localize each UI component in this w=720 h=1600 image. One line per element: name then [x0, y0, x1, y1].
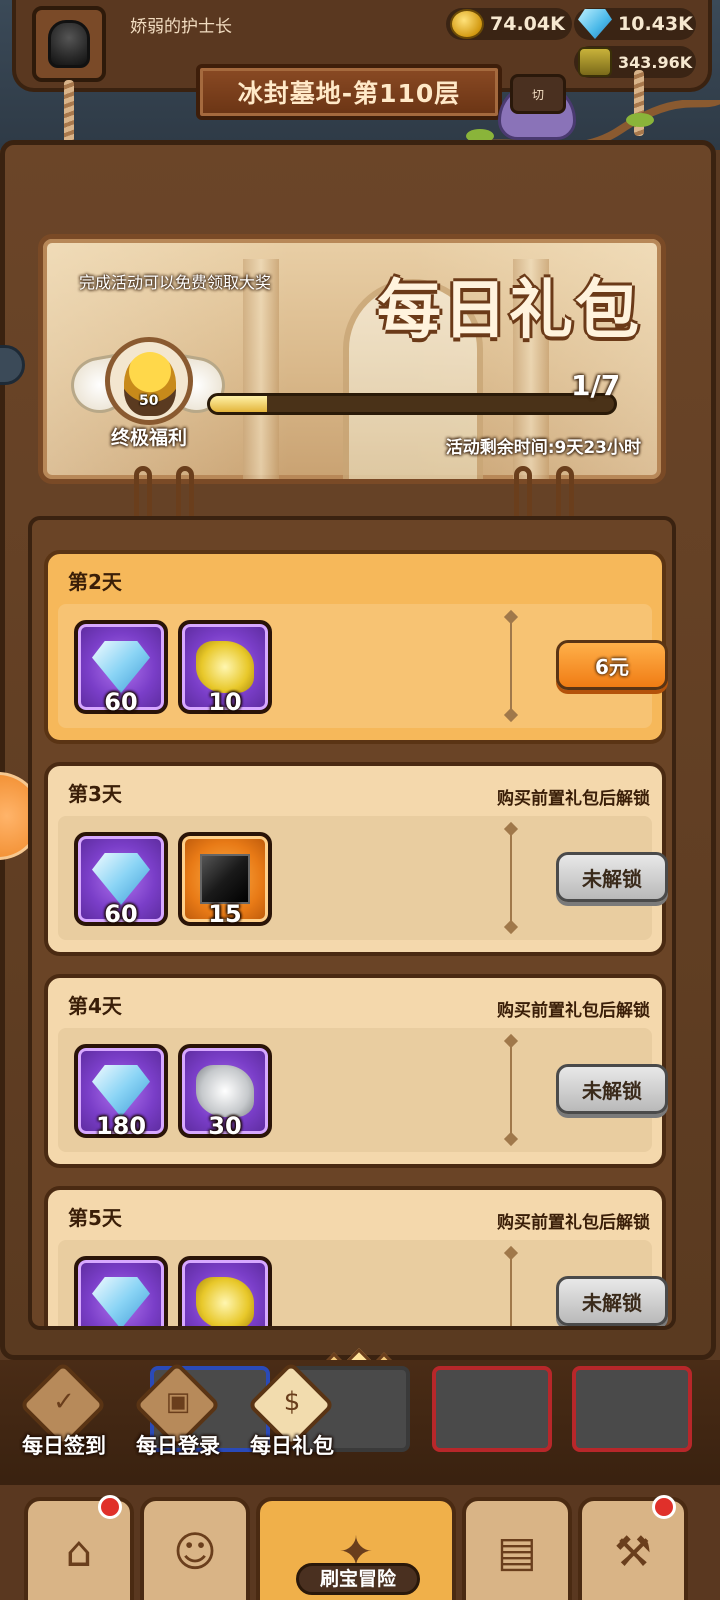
daily-pack-banner: 完成活动可以免费领取大奖 每日礼包 50 终极福利 1/7 活动剩余时间:9天2… [38, 234, 666, 484]
notification-badge [98, 1495, 122, 1519]
tab-label: 每日登录 [136, 1434, 220, 1458]
diamond-icon [92, 1065, 150, 1117]
helmet-avatar-icon [48, 20, 90, 68]
day-title: 第4天 [68, 994, 122, 1018]
hero-card[interactable] [432, 1366, 552, 1452]
locked-button[interactable]: 未解锁 [556, 1276, 668, 1326]
silver-scroll-icon [196, 1065, 254, 1117]
progress-bar [207, 393, 617, 415]
gold-scroll-icon [196, 641, 254, 693]
locked-button[interactable]: 未解锁 [556, 852, 668, 902]
reward-item[interactable] [178, 1256, 272, 1326]
nav-backpack[interactable]: ▤ [462, 1497, 572, 1600]
divider [510, 1040, 512, 1140]
reward-item[interactable]: 60 [74, 832, 168, 928]
reward-item[interactable]: 15 [178, 832, 272, 928]
tab-label: 每日礼包 [250, 1434, 334, 1458]
nav-hero[interactable]: ☺ [140, 1497, 250, 1600]
reward-item[interactable]: 180 [74, 1044, 168, 1140]
day-card: 第5天 购买前置礼包后解锁未解锁 [44, 1186, 668, 1326]
buy-button[interactable]: 6元 [556, 640, 668, 690]
day-title: 第3天 [68, 782, 122, 806]
tab-label: 每日签到 [22, 1434, 106, 1458]
day-title: 第5天 [68, 1206, 122, 1230]
hero-card[interactable] [572, 1366, 692, 1452]
reward-count: 60 [104, 900, 138, 928]
reward-item[interactable]: 30 [178, 1044, 272, 1140]
reward-count: 60 [104, 688, 138, 716]
locked-button[interactable]: 未解锁 [556, 1064, 668, 1114]
tab-daily-login[interactable]: ▣ 每日登录 [118, 1361, 238, 1464]
reward-level: 50 [139, 393, 159, 409]
unlock-hint: 购买前置礼包后解锁 [497, 1001, 650, 1021]
reward-count: 30 [208, 1112, 242, 1140]
forge-hammer-icon: ⚒ [614, 1526, 652, 1576]
banner-title: 每日礼包 [377, 274, 641, 348]
nav-adventure[interactable]: ✦ 刷宝冒险 [256, 1497, 456, 1600]
gold-value: 74.04K [490, 13, 565, 35]
avatar[interactable] [32, 6, 106, 82]
backpack-icon: ▤ [497, 1526, 537, 1576]
jar-value: 343.96K [618, 52, 693, 72]
tab-daily-pack[interactable]: $ 每日礼包 [232, 1361, 352, 1464]
reward-row: 60 10 6元 [58, 604, 668, 728]
nav-shop[interactable]: ⌂ [24, 1495, 134, 1600]
reward-hero-portrait [105, 337, 193, 425]
nav-forge[interactable]: ⚒ [578, 1495, 688, 1600]
reward-row: 60 15 未解锁 [58, 816, 668, 940]
reward-item[interactable]: 10 [178, 620, 272, 716]
gold-scroll-icon [196, 1277, 254, 1326]
nav-adventure-label: 刷宝冒险 [296, 1563, 420, 1595]
reward-count: 10 [208, 688, 242, 716]
divider [510, 616, 512, 716]
reward-row: 未解锁 [58, 1240, 668, 1326]
banner-subtitle: 完成活动可以免费领取大奖 [79, 273, 272, 292]
day-card: 第3天 购买前置礼包后解锁 60 15 未解锁 [44, 762, 668, 956]
remaining-time: 活动剩余时间:9天23小时 [445, 438, 641, 458]
reward-item[interactable] [74, 1256, 168, 1326]
player-name: 娇弱的护士长 [130, 17, 232, 37]
day-list[interactable]: 第2天 60 10 6元 第3天 购买前置礼包后解锁 60 15 未解锁 第4天 购买前置礼包后解锁… [28, 516, 676, 1330]
side-settings-tab[interactable] [0, 345, 25, 385]
notification-badge [652, 1495, 676, 1519]
bottom-nav: ⌂ ☺ ✦ 刷宝冒险 ▤ ⚒ [0, 1480, 720, 1600]
diamond-icon [92, 641, 150, 693]
diamond-currency[interactable]: 10.43K [574, 8, 696, 40]
reward-row: 180 30 未解锁 [58, 1028, 668, 1152]
ultimate-reward-badge[interactable]: 50 终极福利 [66, 335, 230, 451]
calendar-check-icon: ✓ [53, 1387, 75, 1417]
diamond-icon [92, 853, 150, 905]
day-card: 第4天 购买前置礼包后解锁 180 30 未解锁 [44, 974, 668, 1168]
day-card: 第2天 60 10 6元 [44, 550, 668, 744]
unlock-hint: 购买前置礼包后解锁 [497, 789, 650, 809]
money-bag-icon: $ [283, 1387, 301, 1417]
reward-count: 180 [95, 1112, 147, 1140]
gold-coin-icon [450, 9, 484, 39]
gift-box-icon: ▣ [165, 1387, 191, 1417]
diamond-value: 10.43K [618, 13, 693, 35]
progress-fill [210, 396, 267, 412]
jar-icon [578, 47, 612, 77]
hero-icon: ☺ [173, 1526, 217, 1576]
gold-currency[interactable]: 74.04K [446, 8, 572, 40]
diamond-icon [92, 1277, 150, 1326]
top-bar: 娇弱的护士长 74.04K 10.43K 343.96K 冰封墓地-第110层 … [0, 0, 720, 184]
reward-item[interactable]: 60 [74, 620, 168, 716]
tab-daily-checkin[interactable]: ✓ 每日签到 [4, 1361, 124, 1464]
divider [510, 828, 512, 928]
reward-label: 终极福利 [110, 427, 187, 449]
day-title: 第2天 [68, 570, 122, 594]
unlock-hint: 购买前置礼包后解锁 [497, 1213, 650, 1233]
diamond-icon [578, 9, 612, 39]
black-cube-icon [200, 854, 250, 904]
divider [510, 1252, 512, 1326]
progress-text: 1/7 [571, 369, 621, 402]
shop-icon: ⌂ [65, 1526, 93, 1576]
reward-count: 15 [208, 900, 242, 928]
